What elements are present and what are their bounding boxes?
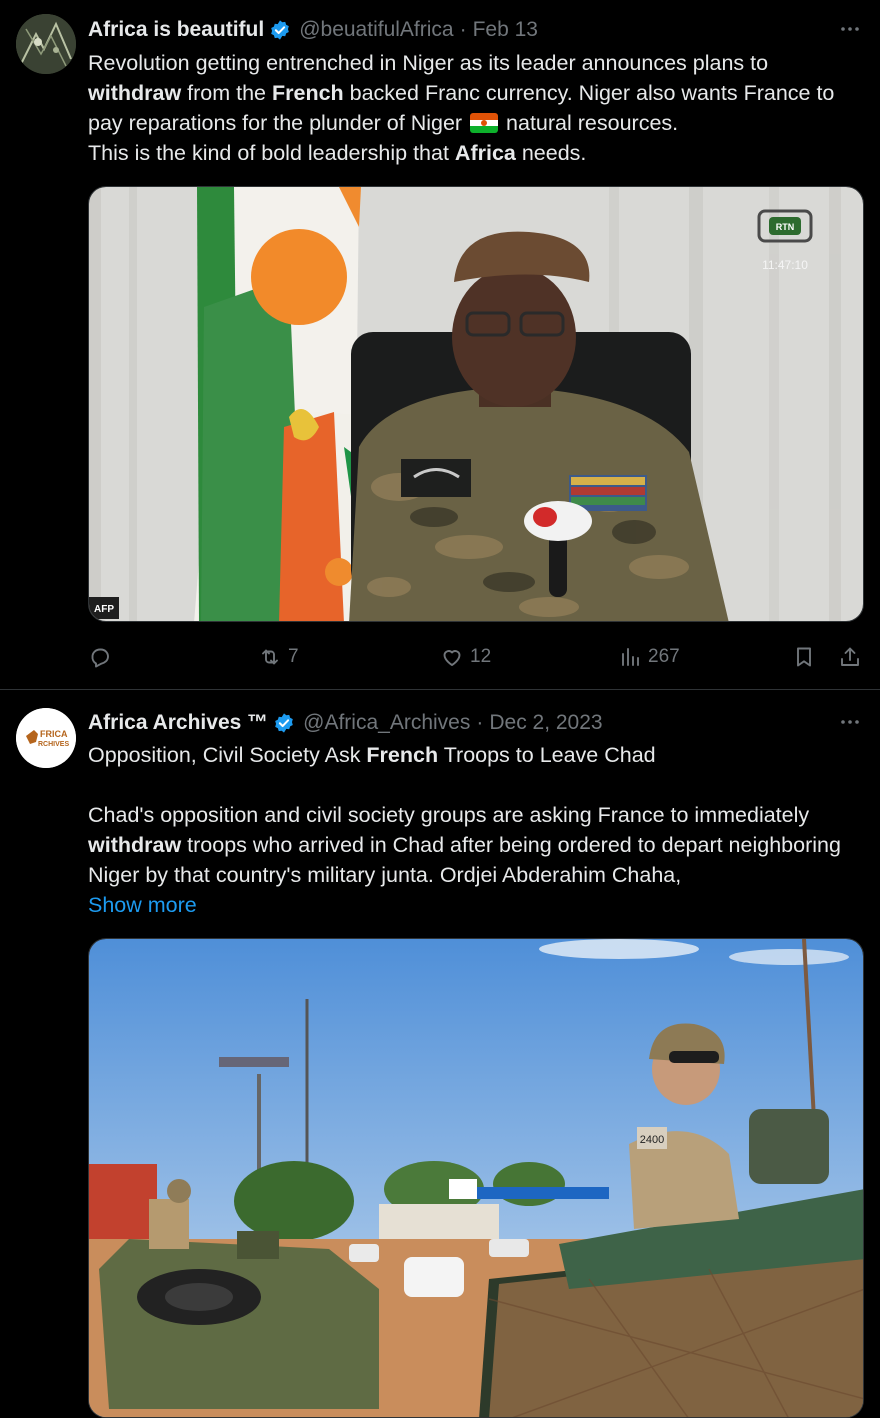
avatar-text: FRICA — [40, 729, 68, 739]
verified-badge-icon — [271, 20, 290, 40]
views-count: 267 — [648, 646, 680, 667]
avatar[interactable]: FRICA RCHIVES — [16, 708, 76, 768]
tweet-text: Revolution getting entrenched in Niger a… — [88, 51, 835, 165]
share-icon — [841, 647, 859, 666]
niger-flag-icon — [470, 113, 499, 133]
author-name[interactable]: Africa Archives ™ — [88, 711, 268, 735]
avatar[interactable] — [16, 14, 76, 74]
author-name[interactable]: Africa is beautiful — [88, 18, 264, 42]
like-icon — [443, 650, 461, 666]
tweet-date[interactable]: Feb 13 — [473, 18, 538, 42]
tweet-media-image[interactable]: 2400 — [88, 938, 864, 1418]
share-button[interactable] — [838, 640, 862, 674]
tweet-1[interactable]: Africa is beautiful @beuatifulAfrica · F… — [0, 0, 880, 690]
troops-photo: 2400 — [89, 939, 863, 1417]
africa-archives-logo: FRICA RCHIVES — [16, 708, 76, 768]
svg-text:RCHIVES: RCHIVES — [38, 741, 69, 748]
tweet-2[interactable]: FRICA RCHIVES Africa Archives ™ @Africa_… — [0, 690, 880, 1418]
tweet-date[interactable]: Dec 2, 2023 — [489, 711, 602, 735]
repost-icon — [262, 649, 278, 665]
afp-watermark: AFP — [94, 604, 114, 615]
tweet-header: Africa is beautiful @beuatifulAfrica · F… — [88, 15, 538, 45]
bookmark-icon — [797, 647, 811, 667]
separator: · — [476, 711, 484, 734]
tweet-text: Opposition, Civil Society Ask French Tro… — [88, 740, 864, 920]
avatar-image — [16, 14, 76, 74]
repost-count: 7 — [288, 646, 299, 667]
tweet-header: Africa Archives ™ @Africa_Archives · Dec… — [88, 708, 603, 738]
author-handle[interactable]: @Africa_Archives — [303, 711, 470, 735]
verified-badge-icon — [275, 713, 293, 733]
views-button[interactable]: 267 — [618, 640, 680, 674]
broadcast-time: 11:47:10 — [762, 258, 808, 272]
more-icon[interactable] — [836, 710, 864, 738]
separator: · — [459, 18, 467, 41]
repost-button[interactable]: 7 — [258, 640, 299, 674]
more-icon[interactable] — [836, 17, 864, 45]
like-count: 12 — [470, 646, 492, 667]
action-bar: 7 12 267 — [88, 640, 864, 674]
reply-icon — [91, 648, 109, 668]
vehicle-label: 2400 — [640, 1134, 664, 1146]
broadcaster-logo-text: RTN — [776, 222, 795, 232]
show-more-link[interactable]: Show more — [88, 890, 864, 920]
author-handle[interactable]: @beuatifulAfrica — [299, 18, 453, 42]
reply-button[interactable] — [88, 640, 118, 674]
like-button[interactable]: 12 — [440, 640, 491, 674]
tweet-media-image[interactable]: RTN 11:47:10 AFP — [88, 186, 864, 622]
bookmark-button[interactable] — [792, 640, 816, 674]
views-icon — [622, 648, 639, 666]
general-photo: RTN 11:47:10 AFP — [89, 187, 863, 621]
